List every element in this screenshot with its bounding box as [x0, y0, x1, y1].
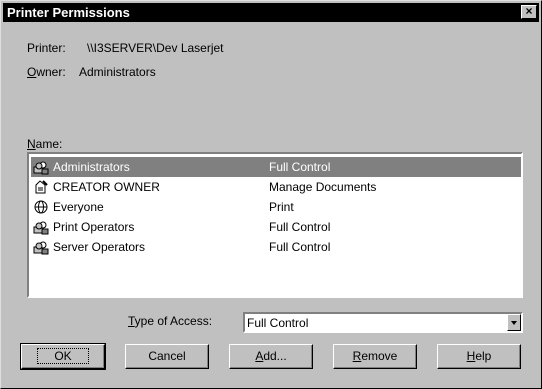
- chevron-down-icon[interactable]: [507, 314, 521, 331]
- list-item-name: Print Operators: [53, 220, 135, 234]
- list-item-name: Administrators: [53, 160, 130, 174]
- cancel-button-label: Cancel: [148, 349, 186, 363]
- type-of-access-mnemonic: T: [128, 314, 135, 328]
- add-button-label: dd...: [263, 349, 287, 363]
- permissions-list[interactable]: Administrators Full Control CREATOR OWNE…: [27, 152, 523, 298]
- list-item-administrators[interactable]: Administrators Full Control: [31, 157, 521, 177]
- list-item-name: Server Operators: [53, 240, 146, 254]
- name-label-mnemonic: N: [27, 137, 36, 151]
- help-button-label: elp: [475, 349, 492, 363]
- group-icon: [33, 161, 49, 175]
- list-item-access: Full Control: [269, 160, 331, 174]
- list-item-creator-owner[interactable]: CREATOR OWNER Manage Documents: [31, 177, 521, 197]
- remove-button[interactable]: Remove: [333, 344, 417, 369]
- remove-button-label: emove: [361, 349, 398, 363]
- creator-owner-icon: [35, 180, 48, 194]
- ok-button-label: OK: [37, 348, 89, 364]
- name-label-rest: ame:: [35, 137, 63, 151]
- type-of-access-value: Full Control: [247, 316, 309, 330]
- type-of-access-label-rest: ype of Access:: [134, 314, 213, 328]
- globe-icon: [34, 200, 48, 214]
- printer-label: Printer:: [27, 41, 66, 55]
- type-of-access-select[interactable]: Full Control: [243, 312, 523, 333]
- list-item-access: Full Control: [269, 220, 331, 234]
- owner-label: Owner:: [27, 65, 66, 79]
- window-title: Printer Permissions: [7, 5, 130, 20]
- close-button[interactable]: ×: [521, 5, 537, 19]
- owner-label-rest: wner:: [36, 65, 66, 79]
- list-item-access: Manage Documents: [269, 180, 377, 194]
- group-icon: [33, 221, 49, 235]
- owner-label-mnemonic: O: [27, 65, 37, 79]
- cancel-button[interactable]: Cancel: [125, 344, 209, 369]
- printer-value: \\I3SERVER\Dev Laserjet: [87, 41, 224, 55]
- add-button[interactable]: Add...: [229, 344, 313, 369]
- printer-permissions-dialog: Printer Permissions × Printer: \\I3SERVE…: [0, 0, 542, 389]
- title-bar[interactable]: Printer Permissions ×: [3, 3, 539, 22]
- list-item-server-operators[interactable]: Server Operators Full Control: [31, 237, 521, 257]
- type-of-access-label: Type of Access:: [128, 314, 212, 328]
- list-item-print-operators[interactable]: Print Operators Full Control: [31, 217, 521, 237]
- list-item-everyone[interactable]: Everyone Print: [31, 197, 521, 217]
- list-item-name: Everyone: [53, 200, 104, 214]
- remove-mnemonic: R: [352, 349, 362, 363]
- group-icon: [33, 241, 49, 255]
- list-item-access: Print: [269, 200, 294, 214]
- list-item-name: CREATOR OWNER: [53, 180, 160, 194]
- name-label: Name:: [27, 137, 62, 151]
- ok-button[interactable]: OK: [20, 343, 106, 370]
- help-button[interactable]: Help: [437, 344, 521, 369]
- owner-value: Administrators: [79, 65, 156, 79]
- list-item-access: Full Control: [269, 240, 331, 254]
